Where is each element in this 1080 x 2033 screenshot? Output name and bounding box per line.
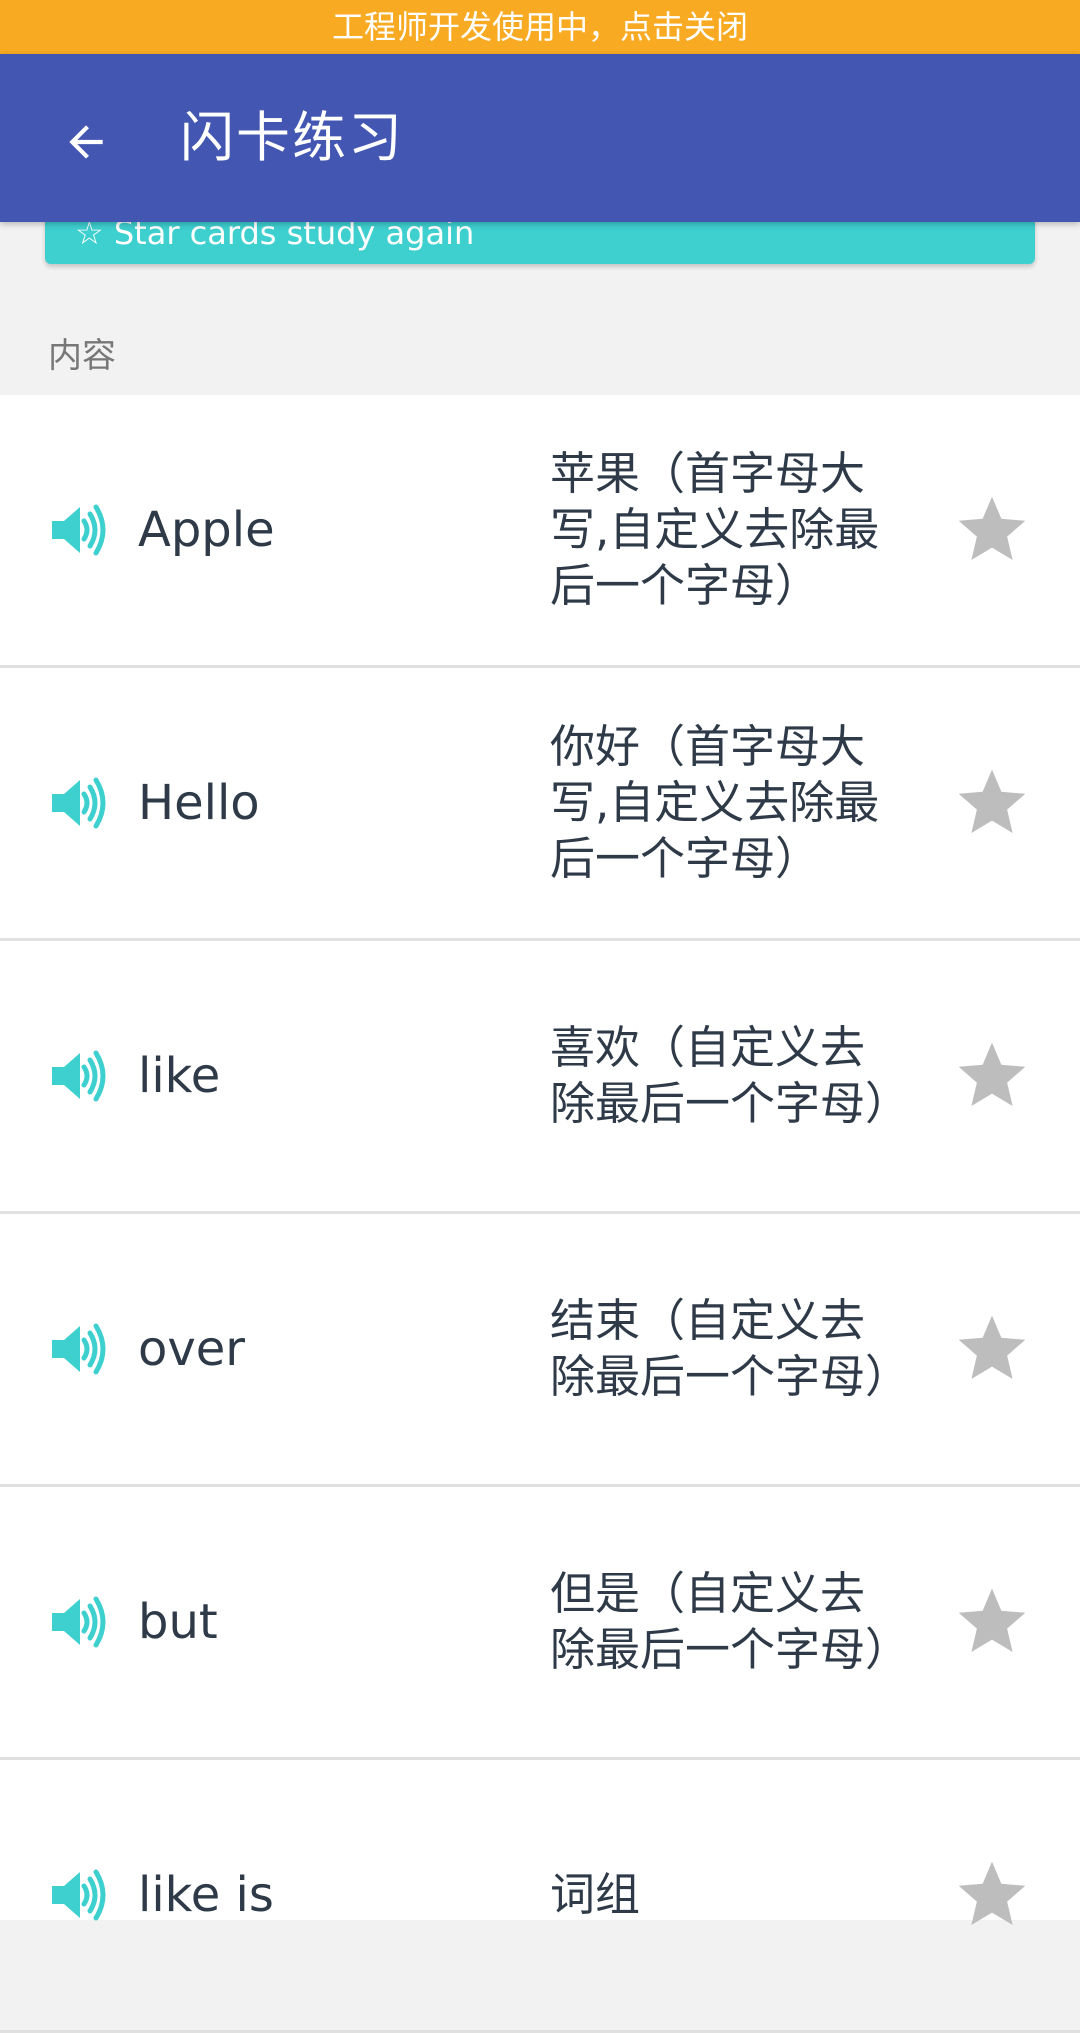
star-icon[interactable] (952, 763, 1032, 843)
developer-mode-banner[interactable]: 工程师开发使用中，点击关闭 (0, 0, 1080, 54)
card-word: Apple (138, 502, 275, 558)
flashcard-row[interactable]: over 结束（自定义去除最后一个字母） (0, 1214, 1080, 1487)
star-icon[interactable] (952, 1309, 1032, 1389)
card-meaning: 喜欢（自定义去除最后一个字母） (550, 1021, 911, 1130)
card-meaning: 苹果（首字母大写,自定义去除最后一个字母） (550, 447, 880, 612)
arrow-left-icon (69, 125, 103, 159)
card-word: over (138, 1321, 246, 1377)
star-icon[interactable] (952, 490, 1032, 570)
speaker-icon[interactable] (50, 503, 110, 557)
section-label-content: 内容 (48, 336, 116, 376)
flashcard-list: Apple 苹果（首字母大写,自定义去除最后一个字母） Hello 你好（首字母… (0, 395, 1080, 2033)
back-button[interactable] (46, 102, 126, 182)
star-icon[interactable] (952, 1855, 1032, 1935)
card-meaning: 词组 (550, 1868, 641, 1921)
speaker-icon[interactable] (50, 1322, 110, 1376)
card-word: like (138, 1048, 221, 1104)
star-icon[interactable] (952, 1036, 1032, 1116)
card-word: Hello (138, 775, 260, 831)
flashcard-row[interactable]: Apple 苹果（首字母大写,自定义去除最后一个字母） (0, 395, 1080, 668)
card-meaning: 但是（自定义去除最后一个字母） (550, 1567, 911, 1676)
card-meaning: 你好（首字母大写,自定义去除最后一个字母） (550, 720, 880, 885)
flashcard-row[interactable]: like is 词组 (0, 1760, 1080, 2033)
flashcard-row[interactable]: Hello 你好（首字母大写,自定义去除最后一个字母） (0, 668, 1080, 941)
speaker-icon[interactable] (50, 776, 110, 830)
flashcard-row[interactable]: like 喜欢（自定义去除最后一个字母） (0, 941, 1080, 1214)
card-word: like is (138, 1867, 274, 1923)
speaker-icon[interactable] (50, 1868, 110, 1922)
app-bar: 闪卡练习 (0, 54, 1080, 222)
speaker-icon[interactable] (50, 1595, 110, 1649)
star-icon[interactable] (952, 1582, 1032, 1662)
page-title: 闪卡练习 (180, 106, 404, 169)
card-meaning: 结束（自定义去除最后一个字母） (550, 1294, 911, 1403)
flashcard-row[interactable]: but 但是（自定义去除最后一个字母） (0, 1487, 1080, 1760)
speaker-icon[interactable] (50, 1049, 110, 1103)
card-word: but (138, 1594, 218, 1650)
